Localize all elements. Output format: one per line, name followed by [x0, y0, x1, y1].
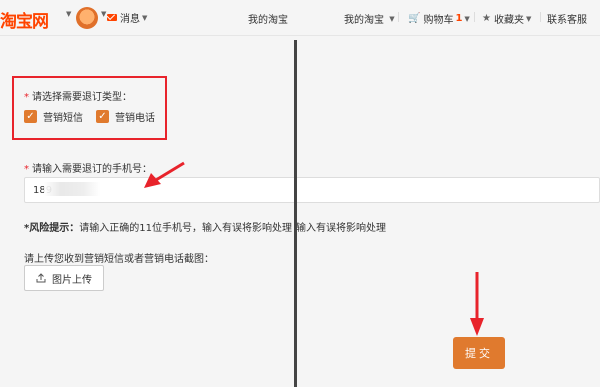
favorites-link[interactable]: ★ 收藏夹 ▼ [482, 11, 531, 26]
my-taobao-link-right[interactable]: 我的淘宝 ▼ [344, 11, 395, 26]
redacted-phone-blur [44, 182, 100, 196]
my-taobao-chevron-down-icon: ▼ [389, 15, 395, 23]
cart-icon: 🛒 [408, 13, 421, 24]
risk-notice: *风险提示：请输入正确的11位手机号，输入有误将影响处理 输入有误将影响处理 [24, 219, 386, 234]
cart-link[interactable]: 🛒 购物车 1 ▼ [408, 11, 470, 26]
checkbox-marketing-call[interactable]: ✓ 营销电话 [96, 109, 155, 124]
divider [398, 12, 399, 22]
cart-count-badge: 1 [455, 13, 463, 24]
checkbox-label: 营销电话 [115, 113, 155, 124]
checkbox-label: 营销短信 [43, 113, 83, 124]
cart-label: 购物车 [423, 15, 454, 26]
upload-button-label: 图片上传 [52, 274, 92, 286]
checkbox-checked-icon: ✓ [96, 110, 109, 123]
divider [474, 12, 475, 22]
risk-notice-overlap-text: 输入有误将影响处理 [295, 223, 386, 234]
messages-chevron-down-icon: ▼ [142, 13, 148, 22]
upload-label: 请上传您收到营销短信或者营销电话截图： [24, 254, 214, 265]
favorites-chevron-down-icon: ▼ [525, 14, 532, 23]
my-taobao-link[interactable]: 我的淘宝 [248, 11, 288, 26]
phone-number-label: * 请输入需要退订的手机号： [24, 164, 152, 175]
favorites-label: 收藏夹 [493, 15, 524, 26]
messages-label: 消息 [120, 14, 140, 25]
account-chevron-down-icon[interactable]: ▼ [66, 10, 71, 18]
upload-image-button[interactable]: 图片上传 [24, 265, 104, 291]
submit-button[interactable]: 提交 [453, 337, 505, 369]
annotation-highlight-box [12, 76, 167, 140]
divider [540, 12, 541, 22]
upload-icon [36, 273, 46, 283]
avatar-chevron-down-icon[interactable]: ▼ [101, 10, 106, 18]
contact-support-link[interactable]: 联系客服 [547, 11, 587, 26]
phone-number-input[interactable] [24, 177, 600, 203]
mail-icon [107, 14, 117, 21]
taobao-logo[interactable]: 淘宝网 [0, 7, 49, 32]
checkbox-checked-icon: ✓ [24, 110, 37, 123]
unsubscribe-type-label: * 请选择需要退订类型： [24, 92, 132, 103]
risk-notice-title: *风险提示： [24, 223, 80, 234]
messages-link[interactable]: 消息 ▼ [107, 10, 147, 25]
top-bar: 淘宝网 ▼ ▼ 消息 ▼ 我的淘宝 我的淘宝 ▼ 🛒 购物车 1 ▼ ★ 收藏夹… [0, 0, 600, 36]
my-taobao-label: 我的淘宝 [344, 15, 384, 26]
risk-notice-text: 请输入正确的11位手机号，输入有误将影响处理 [79, 223, 292, 234]
image-seam-divider [294, 40, 297, 387]
star-icon: ★ [482, 13, 491, 24]
avatar[interactable] [76, 7, 98, 29]
checkbox-marketing-sms[interactable]: ✓ 营销短信 [24, 109, 83, 124]
cart-chevron-down-icon: ▼ [464, 14, 470, 23]
